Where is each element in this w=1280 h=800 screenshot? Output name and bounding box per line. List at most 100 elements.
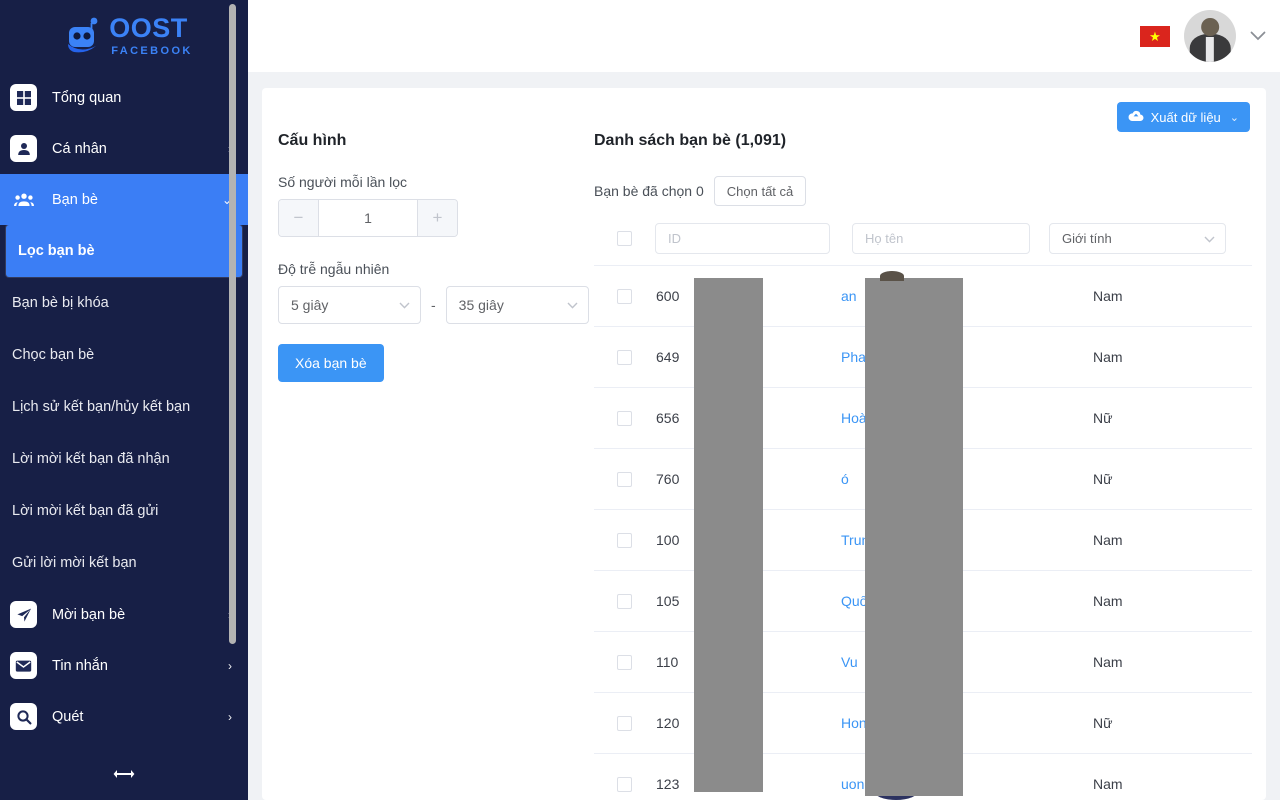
robot-icon: [61, 14, 105, 58]
main-content: Xuất dữ liệu ⌄ Cấu hình Số người mỗi lần…: [248, 72, 1280, 800]
sidebar-subitem-label: Lọc bạn bè: [18, 243, 95, 259]
row-checkbox[interactable]: [617, 471, 632, 487]
sidebar-item-label: Tin nhắn: [52, 657, 108, 674]
id-filter-input[interactable]: [655, 223, 830, 254]
sidebar-subitem-label: Lời mời kết bạn đã nhận: [12, 451, 170, 467]
row-checkbox[interactable]: [617, 593, 632, 609]
quantity-stepper[interactable]: − 1 +: [278, 199, 458, 237]
row-gender: Nam: [1093, 349, 1123, 365]
chevron-down-icon: [1204, 232, 1215, 246]
avatar-head: [1201, 18, 1219, 36]
count-field-label: Số người mỗi lần lọc: [278, 174, 408, 190]
card-columns: Cấu hình Số người mỗi lần lọc − 1 + Độ t…: [262, 88, 1266, 800]
overlay-occluder-right: [865, 278, 963, 796]
app-logo: OOST FACEBOOK: [0, 0, 248, 72]
sidebar-item-quet[interactable]: Quét ›: [0, 691, 248, 742]
export-toolbar: Xuất dữ liệu ⌄: [1116, 102, 1250, 132]
delay-field-label: Độ trễ ngẫu nhiên: [278, 261, 390, 277]
sidebar-item-lich-su-ket-ban[interactable]: Lịch sử kết bạn/hủy kết bạn: [0, 381, 248, 433]
chevron-down-icon: ⌄: [1229, 111, 1239, 124]
row-gender: Nam: [1093, 776, 1123, 792]
sidebar-item-ca-nhan[interactable]: Cá nhân ›: [0, 123, 248, 174]
sidebar-item-label: Tổng quan: [52, 89, 122, 106]
sidebar-item-moi-ban-be[interactable]: Mời bạn bè ›: [0, 589, 248, 640]
export-data-button[interactable]: Xuất dữ liệu ⌄: [1116, 102, 1250, 132]
delay-from-value: 5 giây: [291, 297, 329, 313]
row-checkbox[interactable]: [617, 410, 632, 426]
chevron-down-icon: [399, 298, 410, 312]
avatar[interactable]: [1184, 10, 1236, 62]
sidebar-item-loi-moi-da-nhan[interactable]: Lời mời kết bạn đã nhận: [0, 433, 248, 485]
delay-from-select[interactable]: 5 giây: [278, 286, 421, 324]
sidebar-item-ban-be-bi-khoa[interactable]: Bạn bè bị khóa: [0, 277, 248, 329]
chevron-down-icon: [567, 298, 578, 312]
top-header: ★: [248, 0, 1280, 72]
select-all-checkbox[interactable]: [617, 231, 632, 246]
filter-row: Giới tính: [594, 223, 1252, 266]
row-gender: Nam: [1093, 654, 1123, 670]
vietnam-flag-icon[interactable]: ★: [1140, 25, 1170, 47]
sidebar-scrollbar-thumb[interactable]: [229, 4, 236, 644]
row-gender: Nam: [1093, 288, 1123, 304]
overlay-occluder-top-cap: [880, 271, 904, 281]
sidebar-collapse-button[interactable]: [0, 752, 248, 800]
logo-name: OOST: [109, 13, 188, 43]
row-gender: Nam: [1093, 532, 1123, 548]
selection-row: Bạn bè đã chọn 0 Chọn tất cả: [594, 176, 1252, 206]
sidebar-subitem-label: Lời mời kết bạn đã gửi: [12, 503, 159, 519]
sidebar-item-loc-ban-be[interactable]: Lọc bạn bè: [6, 225, 242, 277]
sidebar-item-label: Mời bạn bè: [52, 606, 126, 623]
sidebar-subitem-label: Bạn bè bị khóa: [12, 295, 109, 311]
app-root: OOST FACEBOOK Tổng quan Cá nhân Bạn bè ⌄…: [0, 0, 1280, 800]
delay-to-select[interactable]: 35 giây: [445, 286, 589, 324]
select-all-button[interactable]: Chọn tất cả: [713, 176, 807, 206]
sidebar-scrollbar-track[interactable]: [229, 2, 242, 750]
row-gender: Nam: [1093, 593, 1123, 609]
delete-friends-button[interactable]: Xóa bạn bè: [278, 344, 384, 382]
row-checkbox[interactable]: [617, 715, 632, 731]
row-gender: Nữ: [1093, 471, 1113, 487]
row-gender: Nữ: [1093, 715, 1113, 731]
export-data-label: Xuất dữ liệu: [1150, 109, 1221, 125]
name-filter-input[interactable]: [852, 223, 1030, 254]
sidebar-item-tin-nhan[interactable]: Tin nhắn ›: [0, 640, 248, 691]
sidebar-item-choc-ban-be[interactable]: Chọc bạn bè: [0, 329, 248, 381]
minus-icon[interactable]: −: [279, 200, 319, 236]
row-gender: Nữ: [1093, 410, 1113, 426]
sidebar-subitem-label: Lịch sử kết bạn/hủy kết bạn: [12, 399, 191, 415]
send-icon: [10, 601, 37, 628]
row-checkbox[interactable]: [617, 654, 632, 670]
envelope-icon: [10, 652, 37, 679]
arrows-horizontal-icon: [113, 767, 135, 785]
sidebar-item-label: Quét: [52, 708, 84, 725]
sidebar-item-label: Cá nhân: [52, 140, 107, 157]
sidebar-item-tong-quan[interactable]: Tổng quan: [0, 72, 248, 123]
quantity-value[interactable]: 1: [319, 200, 417, 236]
chevron-down-icon[interactable]: [1250, 29, 1266, 44]
logo-wordmark: OOST FACEBOOK: [109, 15, 193, 57]
sidebar-item-loi-moi-da-gui[interactable]: Lời mời kết bạn đã gửi: [0, 485, 248, 537]
avatar-shirt: [1205, 37, 1215, 62]
user-icon: [10, 135, 37, 162]
sidebar-item-ban-be[interactable]: Bạn bè ⌄: [0, 174, 248, 225]
sidebar-scroll-area: OOST FACEBOOK Tổng quan Cá nhân Bạn bè ⌄…: [0, 0, 248, 752]
chevron-right-icon: ›: [228, 709, 232, 724]
grid-icon: [10, 84, 37, 111]
flag-star: ★: [1149, 28, 1161, 44]
logo-subname: FACEBOOK: [111, 45, 193, 57]
row-checkbox[interactable]: [617, 532, 632, 548]
row-checkbox[interactable]: [617, 349, 632, 365]
sidebar-subitem-label: Chọc bạn bè: [12, 347, 95, 363]
cloud-upload-icon: [1128, 110, 1144, 125]
search-icon: [10, 703, 37, 730]
delay-to-value: 35 giây: [458, 297, 504, 313]
gender-filter-select[interactable]: Giới tính: [1049, 223, 1226, 254]
plus-icon[interactable]: +: [417, 200, 457, 236]
content-card: Xuất dữ liệu ⌄ Cấu hình Số người mỗi lần…: [262, 88, 1266, 800]
row-checkbox[interactable]: [617, 288, 632, 304]
row-checkbox[interactable]: [617, 776, 632, 792]
sidebar-item-label: Bạn bè: [52, 191, 98, 208]
selected-count-label: Bạn bè đã chọn 0: [594, 183, 704, 199]
sidebar-item-gui-loi-moi[interactable]: Gửi lời mời kết bạn: [0, 537, 248, 589]
gender-filter-label: Giới tính: [1062, 231, 1112, 246]
